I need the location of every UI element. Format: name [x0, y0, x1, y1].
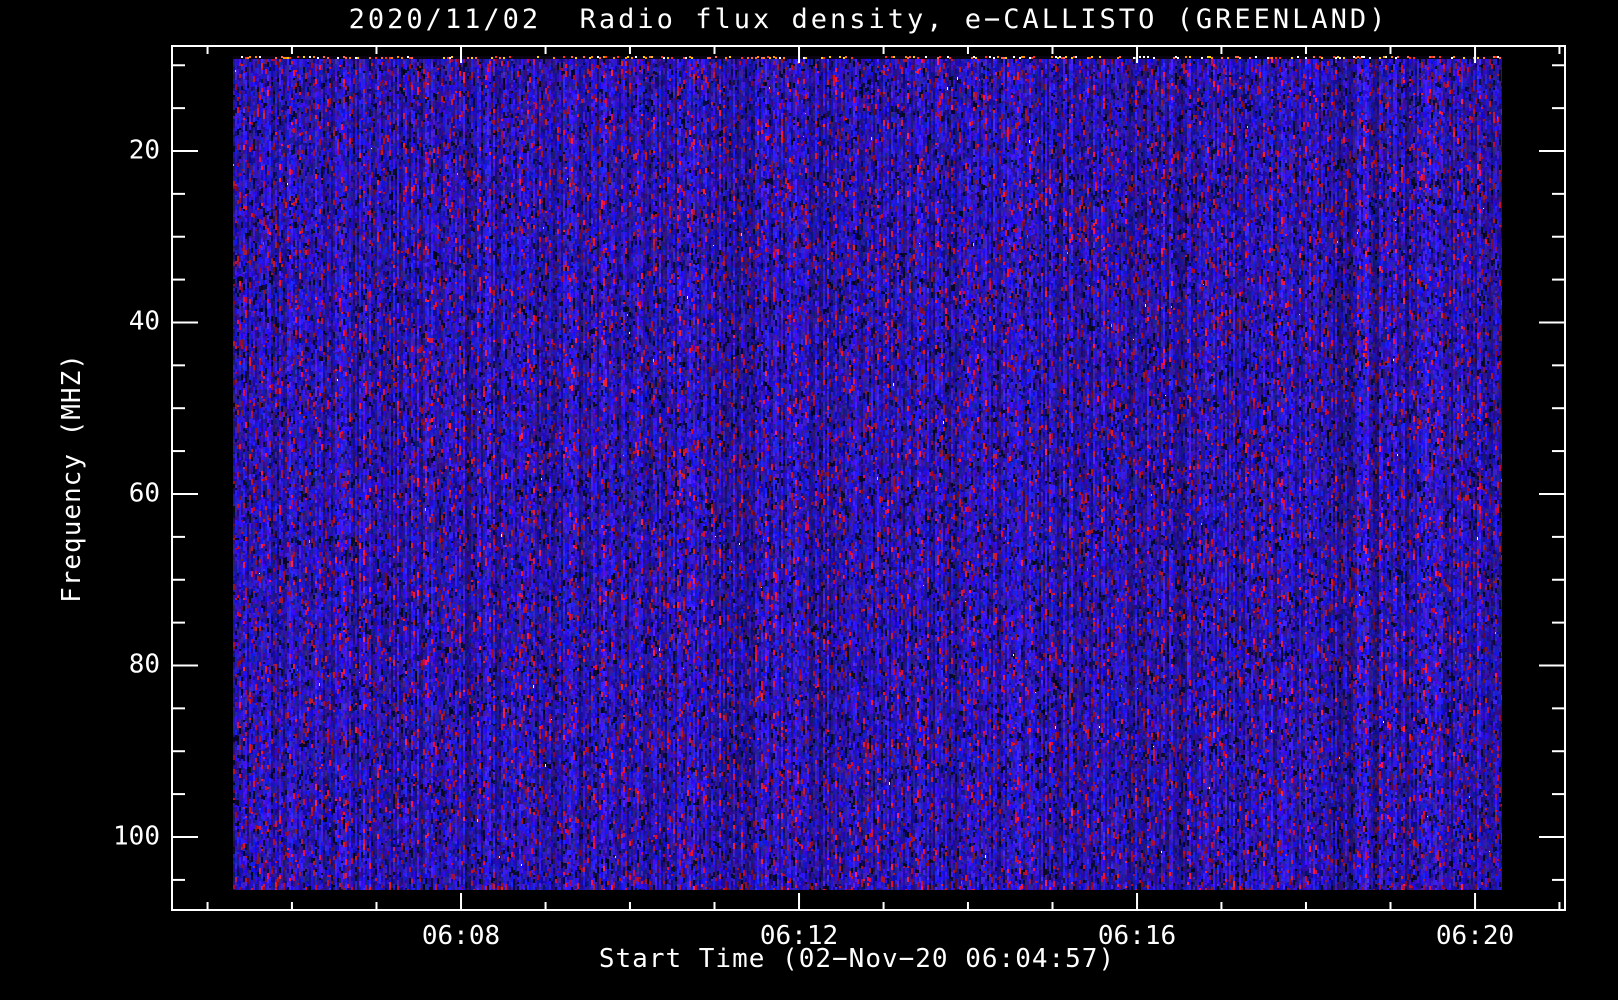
- y-tick-label: 20: [128, 135, 160, 166]
- plot-area: [171, 45, 1566, 911]
- chart-title: 2020/11/02 Radio flux density, e−CALLIST…: [348, 4, 1389, 35]
- y-tick-label: 100: [113, 821, 160, 852]
- axes-and-ticks: [171, 45, 1566, 911]
- y-tick-label: 40: [128, 306, 160, 337]
- y-tick-label: 60: [128, 478, 160, 509]
- y-tick-labels: 20 40 60 80 100: [0, 0, 160, 1000]
- y-tick-label: 80: [128, 649, 160, 680]
- x-axis-label: Start Time (02−Nov−20 06:04:57): [598, 944, 1116, 974]
- spectrogram-figure: 2020/11/02 Radio flux density, e−CALLIST…: [0, 0, 1618, 1000]
